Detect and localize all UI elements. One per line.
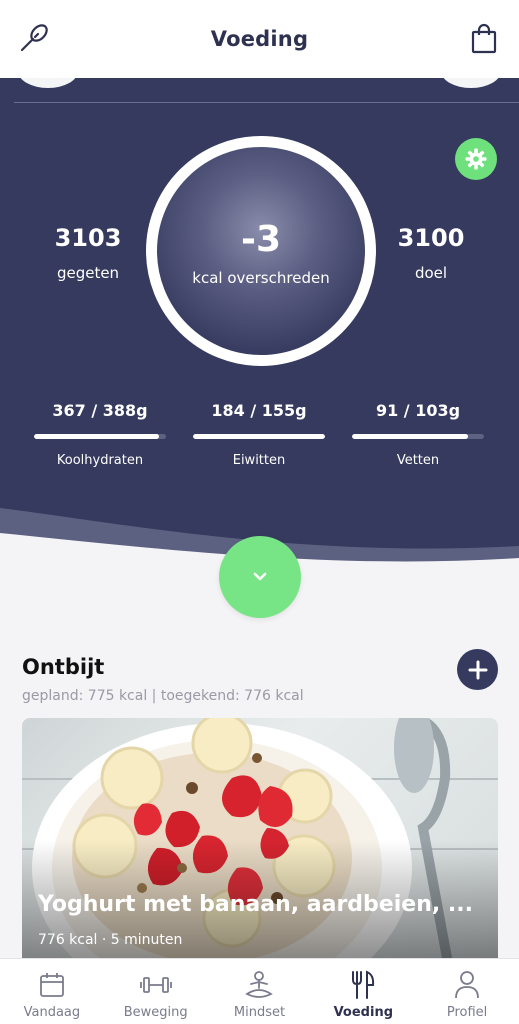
macro-carbs-value: 367 / 388g (52, 401, 148, 420)
recipe-meta: 776 kcal · 5 minuten (38, 932, 183, 948)
eaten-label: gegeten (56, 264, 120, 282)
tab-vandaag[interactable]: Vandaag (0, 959, 104, 1024)
date-nav-left[interactable] (18, 78, 78, 88)
macro-fat-name: Vetten (396, 453, 440, 468)
tab-label: Vandaag (23, 1005, 81, 1020)
plus-icon (468, 660, 487, 679)
recipe-title: Yoghurt met banaan, aardbeien, ... (38, 892, 473, 917)
meal-title: Ontbijt (22, 655, 105, 679)
page-title: Voeding (210, 27, 309, 51)
macro-protein-value: 184 / 155g (211, 401, 307, 420)
macro-protein-bar (193, 434, 325, 439)
tab-label: Beweging (123, 1005, 188, 1020)
calorie-ring[interactable]: -3 kcal overschreden (146, 136, 376, 366)
meditation-icon (243, 969, 275, 1001)
macro-carbs: 367 / 388g Koolhydraten (30, 401, 170, 468)
macro-fat-fill (352, 434, 469, 439)
macro-carbs-fill (34, 434, 160, 439)
macro-fat-value: 91 / 103g (375, 401, 461, 420)
macro-protein-name: Eiwitten (232, 453, 286, 468)
gear-icon (465, 148, 487, 170)
dumbbell-icon (139, 969, 172, 1001)
goal-label: doel (414, 264, 448, 282)
chevron-down-icon (253, 572, 267, 581)
tab-label: Voeding (333, 1005, 393, 1020)
calorie-summary-panel: 3103 gegeten -3 kcal overschreden 3100 d… (0, 78, 519, 578)
macro-carbs-bar (34, 434, 166, 439)
eaten-stat: 3103 gegeten (28, 224, 148, 282)
macro-carbs-name: Koolhydraten (56, 453, 144, 468)
date-nav-right[interactable] (441, 78, 501, 88)
tab-label: Mindset (233, 1005, 286, 1020)
macro-fat-bar (352, 434, 484, 439)
bottom-tab-bar: Vandaag Beweging Mindset Voeding Profiel (0, 958, 519, 1024)
tab-beweging[interactable]: Beweging (104, 959, 208, 1024)
divider (14, 102, 519, 103)
settings-button[interactable] (455, 138, 497, 180)
tab-mindset[interactable]: Mindset (208, 959, 312, 1024)
tab-profiel[interactable]: Profiel (415, 959, 519, 1024)
macro-protein-fill (193, 434, 325, 439)
macro-protein: 184 / 155g Eiwitten (189, 401, 329, 468)
app-header: Voeding (0, 0, 519, 78)
expand-button[interactable] (219, 536, 301, 618)
goal-stat: 3100 doel (371, 224, 491, 282)
recipe-card[interactable]: Yoghurt met banaan, aardbeien, ... 776 k… (22, 718, 498, 960)
calorie-balance-value: -3 (241, 219, 281, 260)
calendar-icon (36, 969, 68, 1001)
tab-label: Profiel (446, 1005, 488, 1020)
tab-voeding[interactable]: Voeding (311, 959, 415, 1024)
meal-subtitle: gepland: 775 kcal | toegekend: 776 kcal (22, 688, 304, 704)
person-icon (451, 969, 483, 1001)
add-meal-button[interactable] (457, 649, 498, 690)
calorie-balance-label: kcal overschreden (192, 269, 330, 287)
whisk-icon[interactable] (14, 20, 52, 58)
shopping-bag-icon[interactable] (465, 20, 503, 58)
macro-fat: 91 / 103g Vetten (348, 401, 488, 468)
goal-value: 3100 (397, 224, 465, 252)
eaten-value: 3103 (54, 224, 122, 252)
fork-knife-icon (347, 969, 379, 1001)
